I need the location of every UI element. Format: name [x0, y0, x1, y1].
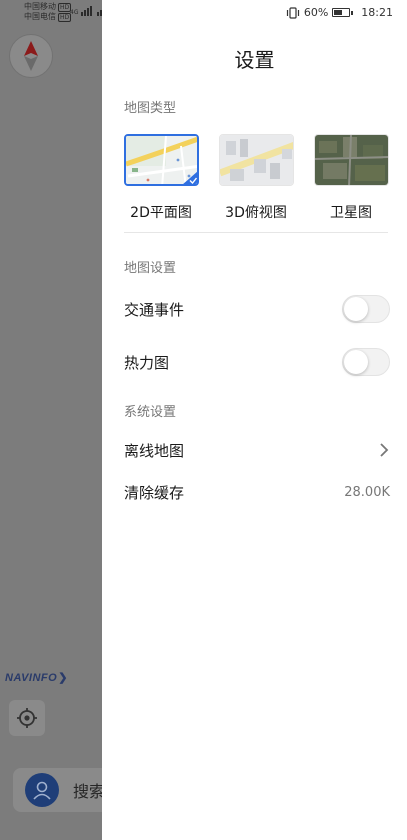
map-thumb-2d[interactable]	[123, 134, 199, 186]
traffic-events-label: 交通事件	[124, 300, 185, 319]
map-type-label-3d: 3D俯视图	[225, 205, 287, 221]
page-title: 设置	[234, 48, 275, 72]
search-placeholder: 搜索	[73, 782, 106, 801]
divider	[124, 232, 388, 233]
compass-button[interactable]	[9, 34, 53, 78]
vibrate-icon	[286, 6, 299, 19]
clear-cache-label: 清除缓存	[124, 483, 185, 502]
check-icon	[182, 171, 197, 184]
clear-cache-row[interactable]: 清除缓存 28.00K	[124, 480, 390, 504]
locate-icon	[17, 708, 37, 728]
map-thumb-3d[interactable]	[218, 134, 294, 186]
settings-drawer: 60% 18:21 设置 地图类型 2D平面图 3D俯视图 卫星图 地图设置 交…	[102, 0, 407, 840]
brand-text: NAVINFO	[5, 672, 58, 684]
compass-icon	[24, 41, 38, 71]
map-type-2d[interactable]: 2D平面图	[123, 134, 199, 222]
heatmap-toggle[interactable]	[342, 348, 390, 376]
avatar-icon	[33, 781, 51, 800]
brand-logo: NAVINFO❯	[5, 672, 68, 684]
map-type-3d[interactable]: 3D俯视图	[218, 134, 294, 222]
cache-size: 28.00K	[344, 484, 390, 500]
map-type-selector: 2D平面图 3D俯视图 卫星图	[123, 134, 389, 222]
status-bar-right: 60% 18:21	[286, 6, 393, 19]
clock: 18:21	[361, 6, 393, 19]
map-thumb-satellite[interactable]	[313, 134, 389, 186]
carrier-info: 中国移动 HD 中国电信 HD	[24, 2, 72, 22]
offline-map-label: 离线地图	[124, 441, 185, 460]
map-type-satellite[interactable]: 卫星图	[313, 134, 389, 222]
carrier-1: 中国移动	[24, 2, 56, 11]
chevron-right-icon	[380, 443, 389, 457]
map-type-label-satellite: 卫星图	[330, 205, 372, 221]
network-tag: 4G	[70, 9, 79, 16]
traffic-events-row: 交通事件	[124, 295, 390, 323]
map-type-label-2d: 2D平面图	[130, 205, 192, 221]
offline-map-row[interactable]: 离线地图	[124, 438, 390, 462]
carrier-2: 中国电信	[24, 12, 56, 21]
section-map-settings: 地图设置	[124, 261, 177, 276]
traffic-events-toggle[interactable]	[342, 295, 390, 323]
section-system-settings: 系统设置	[124, 405, 177, 420]
heatmap-row: 热力图	[124, 348, 390, 376]
battery-percent: 60%	[303, 6, 329, 19]
section-map-type: 地图类型	[124, 101, 177, 116]
locate-button[interactable]	[9, 700, 45, 736]
avatar[interactable]	[25, 773, 59, 807]
heatmap-label: 热力图	[124, 353, 170, 372]
battery-icon	[332, 8, 354, 17]
